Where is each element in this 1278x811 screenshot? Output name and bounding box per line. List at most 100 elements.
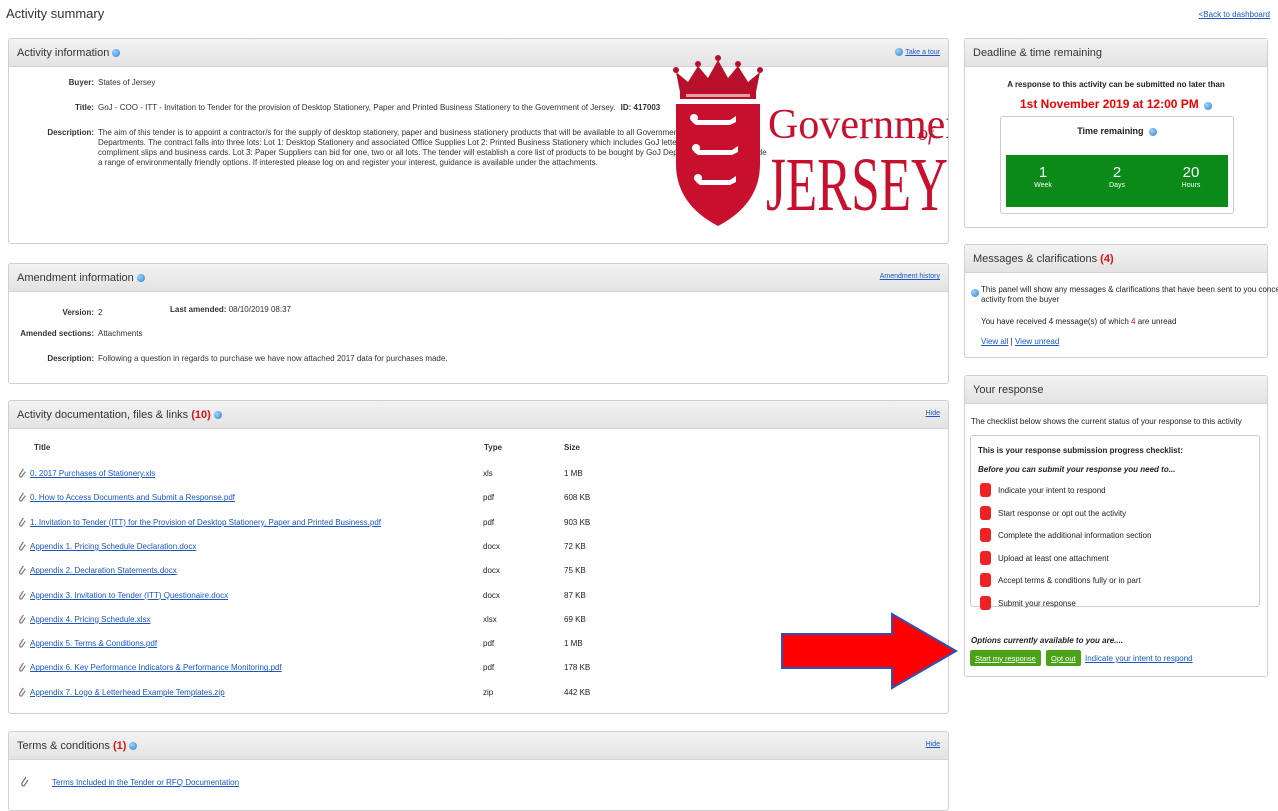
- document-row: Appendix 4. Pricing Schedule.xlsx xlsx 69 …: [18, 614, 638, 628]
- messages-received-suffix: are unread: [1137, 317, 1177, 326]
- logo-of-text: of: [918, 123, 936, 145]
- terms-conditions-panel: Terms & conditions (1) Hide: [8, 731, 949, 811]
- document-type: zip: [483, 687, 494, 697]
- messages-header: Messages & clarifications (4): [965, 245, 1267, 273]
- countdown-days-unit: Days: [1109, 182, 1125, 189]
- document-size: 608 KB: [564, 493, 591, 503]
- activity-documentation-header: Activity documentation, files & links (1…: [9, 401, 948, 429]
- government-of-jersey-logo: Government of JERSEY: [668, 54, 978, 234]
- your-response-header: Your response: [965, 376, 1267, 404]
- countdown-hours: 20 Hours: [1154, 155, 1228, 207]
- red-arrow-annotation: [781, 612, 958, 690]
- document-link[interactable]: Appendix 6. Key Performance Indicators &…: [30, 663, 282, 672]
- document-row: 0. 2017 Purchases of Stationery.xls xls 1 …: [18, 468, 638, 482]
- amendment-description-value: Following a question in regards to purch…: [98, 354, 448, 363]
- document-row: Appendix 7. Logo & Letterhead Example Te…: [18, 687, 638, 701]
- status-incomplete-icon: [980, 483, 991, 497]
- messages-title: Messages & clarifications (4): [973, 253, 1114, 265]
- opt-out-button[interactable]: Opt out: [1046, 650, 1081, 666]
- document-link[interactable]: 0. 2017 Purchases of Stationery.xls: [30, 469, 155, 478]
- document-row: 0. How to Access Documents and Submit a …: [18, 492, 638, 506]
- back-to-dashboard-link[interactable]: <Back to dashboard: [1199, 10, 1270, 19]
- buyer-value: States of Jersey: [98, 78, 156, 87]
- indicate-intent-link[interactable]: Indicate your intent to respond: [1085, 654, 1193, 663]
- info-icon[interactable]: [129, 741, 138, 750]
- checklist-item-label: Complete the additional information sect…: [998, 531, 1152, 540]
- status-incomplete-icon: [980, 505, 991, 520]
- info-icon[interactable]: [136, 273, 145, 282]
- hide-terms-link[interactable]: Hide: [926, 741, 940, 748]
- view-all-link[interactable]: View all: [981, 337, 1008, 346]
- info-icon[interactable]: [213, 410, 222, 419]
- document-size: 903 KB: [564, 517, 591, 527]
- version-value: 2: [98, 308, 103, 317]
- title-text: GoJ - COO - ITT - Invitation to Tender f…: [98, 103, 616, 112]
- info-icon[interactable]: [1204, 101, 1212, 110]
- amendment-information-panel: Amendment information Amendment history: [8, 263, 949, 384]
- time-remaining-title: Time remaining: [1077, 126, 1144, 136]
- document-type: pdf: [483, 493, 495, 503]
- terms-conditions-title: Terms & conditions (1): [17, 740, 126, 752]
- document-link[interactable]: Appendix 7. Logo & Letterhead Example Te…: [30, 688, 225, 697]
- terms-document-link[interactable]: Terms Included in the Tender or RFQ Docu…: [52, 778, 239, 787]
- messages-received: You have received 4 message(s) of which …: [981, 317, 1176, 326]
- amendment-history-link[interactable]: Amendment history: [880, 273, 940, 280]
- description-label: Description:: [47, 128, 94, 137]
- document-link[interactable]: Appendix 3. Invitation to Tender (ITT) Q…: [30, 591, 228, 600]
- buyer-label: Buyer:: [68, 78, 94, 87]
- version-label: Version:: [62, 308, 94, 317]
- crest-icon: Government of JERSEY: [673, 55, 978, 227]
- messages-count: (4): [1100, 252, 1114, 265]
- paperclip-icon: [18, 492, 26, 502]
- documents-count: (10): [191, 408, 211, 421]
- document-row: Appendix 1. Pricing Schedule Declaration…: [18, 541, 638, 555]
- description-line: a range of environmentally friendly opti…: [98, 158, 598, 167]
- document-link[interactable]: Appendix 5. Terms & Conditions.pdf: [30, 639, 157, 648]
- last-amended: Last amended: 08/10/2019 08:37: [170, 305, 291, 315]
- start-my-response-button[interactable]: Start my response: [970, 650, 1041, 666]
- document-type: pdf: [483, 517, 495, 527]
- document-type: pdf: [483, 639, 495, 649]
- info-icon[interactable]: [112, 48, 121, 57]
- document-row: 1. Invitation to Tender (ITT) for the Pr…: [18, 517, 638, 531]
- amended-sections-value: Attachments: [98, 329, 143, 338]
- document-link[interactable]: 1. Invitation to Tender (ITT) for the Pr…: [30, 518, 381, 527]
- hide-documents-link[interactable]: Hide: [926, 410, 940, 417]
- paperclip-icon: [21, 776, 29, 787]
- messages-links: View all | View unread: [981, 337, 1059, 346]
- paperclip-icon: [18, 663, 26, 673]
- description-value: The aim of this tender is to appoint a c…: [98, 128, 767, 168]
- deadline-title: Deadline & time remaining: [973, 46, 1103, 59]
- checklist-item-label: Accept terms & conditions fully or in pa…: [998, 576, 1141, 585]
- status-incomplete-icon: [980, 528, 991, 542]
- checklist-item-label: Indicate your intent to respond: [998, 486, 1106, 495]
- paperclip-icon: [18, 590, 26, 600]
- links-separator: |: [1010, 337, 1013, 346]
- document-link[interactable]: Appendix 4. Pricing Schedule.xlsx: [30, 615, 151, 624]
- column-title: Title: [34, 443, 51, 452]
- document-size: 442 KB: [564, 687, 591, 697]
- last-amended-value: 08/10/2019 08:37: [228, 305, 291, 314]
- countdown-hours-value: 20: [1182, 164, 1200, 181]
- document-link[interactable]: Appendix 1. Pricing Schedule Declaration…: [30, 542, 196, 551]
- paperclip-icon: [18, 468, 26, 478]
- last-amended-label: Last amended:: [170, 305, 227, 314]
- document-type: xls: [483, 469, 493, 478]
- document-size: 1 MB: [564, 639, 583, 649]
- info-icon[interactable]: [971, 289, 979, 297]
- messages-received-text: You have received 4 message(s) of which: [981, 317, 1129, 326]
- document-link[interactable]: 0. How to Access Documents and Submit a …: [30, 493, 235, 502]
- document-link[interactable]: Appendix 2. Declaration Statements.docx: [30, 566, 177, 575]
- paperclip-icon: [18, 687, 26, 697]
- countdown-weeks: 1 Week: [1006, 155, 1080, 207]
- paperclip-icon: [18, 517, 26, 527]
- activity-documentation-title: Activity documentation, files & links (1…: [17, 409, 211, 421]
- document-row: Appendix 3. Invitation to Tender (ITT) Q…: [18, 590, 638, 604]
- column-type: Type: [484, 443, 503, 452]
- document-row: Appendix 5. Terms & Conditions.pdf pdf 1 M…: [18, 638, 638, 652]
- info-icon[interactable]: [1148, 127, 1157, 136]
- checklist-item-label: Submit your response: [998, 598, 1076, 608]
- view-unread-link[interactable]: View unread: [1015, 337, 1059, 346]
- checklist-subtitle: Before you can submit your response you …: [978, 465, 1176, 474]
- status-incomplete-icon: [980, 595, 991, 610]
